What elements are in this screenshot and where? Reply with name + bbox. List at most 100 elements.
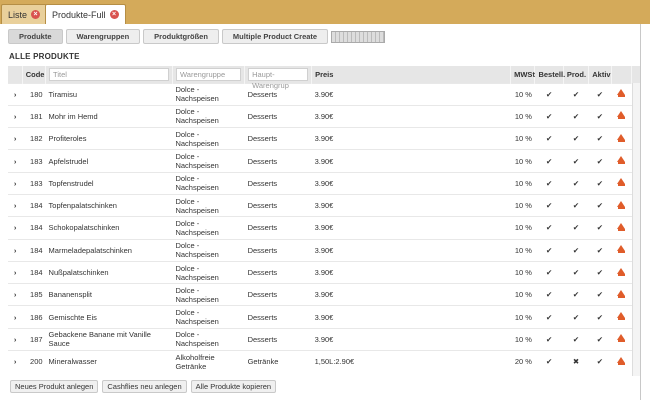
cell-code: 183 — [22, 171, 46, 195]
table-row[interactable]: › 184 Nußpalatschinken Dolce - Nachspeisen D… — [8, 260, 632, 284]
edit-cell[interactable] — [611, 238, 632, 262]
edit-cell[interactable] — [611, 283, 632, 306]
column-filter-warengruppe[interactable]: Warengruppe — [172, 66, 246, 83]
cell-preis: 3.90€ — [311, 283, 511, 306]
column-header-prod[interactable]: Prod. — [563, 66, 590, 83]
new-cashflies-button[interactable]: Cashflies neu anlegen — [102, 380, 187, 393]
edit-icon[interactable] — [616, 178, 626, 187]
vertical-scrollbar[interactable] — [632, 66, 640, 376]
chevron-right-icon[interactable]: › — [8, 171, 23, 195]
chevron-right-icon[interactable]: › — [8, 216, 23, 240]
column-filter-titel[interactable]: Titel — [45, 66, 173, 83]
filter-input-titel[interactable]: Titel — [49, 67, 169, 81]
window-tab-label: Liste — [8, 9, 28, 20]
cell-prod: ✔ — [563, 149, 589, 173]
window-tab-liste[interactable]: Liste × — [1, 4, 48, 24]
column-filter-haupt[interactable]: Haupt-Warengrup — [244, 66, 313, 90]
column-header-preis[interactable]: Preis — [311, 66, 512, 83]
edit-icon[interactable] — [616, 133, 626, 142]
edit-cell[interactable] — [611, 82, 632, 106]
cell-haupt-warengruppe: Desserts — [244, 193, 312, 217]
cell-aktiv: ✔ — [588, 171, 612, 195]
chevron-right-icon[interactable]: › — [8, 127, 23, 150]
edit-cell[interactable] — [611, 171, 632, 195]
column-header-code[interactable]: Code — [22, 66, 47, 83]
table-row[interactable]: › 184 Schokopalatschinken Dolce - Nachspeis… — [8, 216, 632, 240]
chevron-right-icon[interactable]: › — [8, 305, 23, 329]
cell-haupt-warengruppe: Desserts — [244, 283, 312, 306]
cell-prod: ✔ — [563, 238, 589, 262]
subtab-warengruppen[interactable]: Warengruppen — [65, 29, 141, 44]
cell-mwst: 10 % — [510, 238, 535, 262]
edit-icon[interactable] — [616, 89, 626, 98]
table-row[interactable]: › 184 Marmeladepalatschinken Dolce - Nachsp… — [8, 238, 632, 262]
column-header-mwst[interactable]: MWSt — [510, 66, 536, 83]
table-row[interactable]: › 187 Gebackene Banane mit Vanille Sauce Do… — [8, 327, 632, 351]
edit-cell[interactable] — [611, 193, 632, 217]
filter-input-warengruppe[interactable]: Warengruppe — [175, 67, 242, 81]
subtab-scroll-indicator[interactable] — [331, 31, 386, 43]
subtab-produktgroessen[interactable]: Produktgrößen — [143, 29, 219, 44]
edit-icon[interactable] — [616, 334, 626, 343]
cell-mwst: 10 % — [510, 82, 535, 106]
cell-haupt-warengruppe: Desserts — [244, 260, 312, 284]
table-row[interactable]: › 183 Topfenstrudel Dolce - Nachspeisen Dess… — [8, 171, 632, 195]
cell-titel: Apfelstrudel — [45, 149, 173, 173]
table-row[interactable]: › 180 Tiramisu Dolce - Nachspeisen Desserts 3… — [8, 82, 632, 106]
edit-cell[interactable] — [611, 104, 632, 128]
expand-column-header — [8, 66, 23, 83]
edit-icon[interactable] — [616, 267, 626, 276]
column-header-bestell[interactable]: Bestell. — [534, 66, 565, 83]
edit-icon[interactable] — [616, 156, 626, 165]
edit-icon[interactable] — [616, 356, 626, 365]
window-tab-produkte-full[interactable]: Produkte-Full × — [45, 4, 126, 24]
cell-code: 183 — [22, 149, 46, 173]
table-row[interactable]: › 185 Bananensplit Dolce - Nachspeisen Desse… — [8, 283, 632, 306]
table-row[interactable]: › 200 Mineralwasser Alkoholfreie Getränke Ge… — [8, 350, 632, 373]
cell-mwst: 10 % — [510, 327, 535, 351]
chevron-right-icon[interactable]: › — [8, 104, 23, 128]
table-row[interactable]: › 186 Gemischte Eis Dolce - Nachspeisen Dess… — [8, 305, 632, 329]
chevron-right-icon[interactable]: › — [8, 82, 23, 106]
table-row[interactable]: › 182 Profiteroles Dolce - Nachspeisen Desse… — [8, 127, 632, 150]
chevron-right-icon[interactable]: › — [8, 327, 23, 351]
close-icon[interactable]: × — [109, 10, 119, 19]
cell-mwst: 10 % — [510, 283, 535, 306]
chevron-right-icon[interactable]: › — [8, 283, 23, 306]
edit-icon[interactable] — [616, 111, 626, 120]
chevron-right-icon[interactable]: › — [8, 260, 23, 284]
edit-cell[interactable] — [611, 149, 632, 173]
subtab-produkte[interactable]: Produkte — [8, 29, 63, 44]
filter-input-haupt-warengruppe[interactable]: Haupt-Warengrup — [248, 67, 309, 90]
new-product-button[interactable]: Neues Produkt anlegen — [10, 380, 99, 393]
chevron-right-icon[interactable]: › — [8, 193, 23, 217]
edit-cell[interactable] — [611, 305, 632, 329]
chevron-right-icon[interactable]: › — [8, 238, 23, 262]
copy-all-products-button[interactable]: Alle Produkte kopieren — [190, 380, 277, 393]
cell-warengruppe: Dolce - Nachspeisen — [172, 283, 245, 306]
cell-titel: Topfenpalatschinken — [45, 193, 173, 217]
subtab-bar: Produkte Warengruppen Produktgrößen Mult… — [8, 29, 386, 44]
table-row[interactable]: › 183 Apfelstrudel Dolce - Nachspeisen Desse… — [8, 149, 632, 173]
edit-cell[interactable] — [611, 350, 632, 373]
cell-bestell: ✔ — [534, 193, 564, 217]
chevron-right-icon[interactable]: › — [8, 350, 23, 373]
edit-cell[interactable] — [611, 127, 632, 150]
cell-haupt-warengruppe: Desserts — [244, 216, 312, 240]
edit-cell[interactable] — [611, 216, 632, 240]
window-tab-label: Produkte-Full — [52, 9, 106, 20]
edit-cell[interactable] — [611, 260, 632, 284]
edit-cell[interactable] — [611, 327, 632, 351]
edit-icon[interactable] — [616, 200, 626, 209]
edit-icon[interactable] — [616, 312, 626, 321]
cell-aktiv: ✔ — [588, 127, 612, 150]
edit-icon[interactable] — [616, 222, 626, 231]
close-icon[interactable]: × — [31, 10, 41, 19]
table-row[interactable]: › 181 Mohr im Hemd Dolce - Nachspeisen Desse… — [8, 104, 632, 128]
edit-icon[interactable] — [616, 245, 626, 254]
subtab-multiple-product-create[interactable]: Multiple Product Create — [221, 29, 329, 44]
edit-icon[interactable] — [616, 289, 626, 298]
table-row[interactable]: › 184 Topfenpalatschinken Dolce - Nachspeis… — [8, 193, 632, 217]
chevron-right-icon[interactable]: › — [8, 149, 23, 173]
column-header-aktiv[interactable]: Aktiv — [588, 66, 612, 83]
